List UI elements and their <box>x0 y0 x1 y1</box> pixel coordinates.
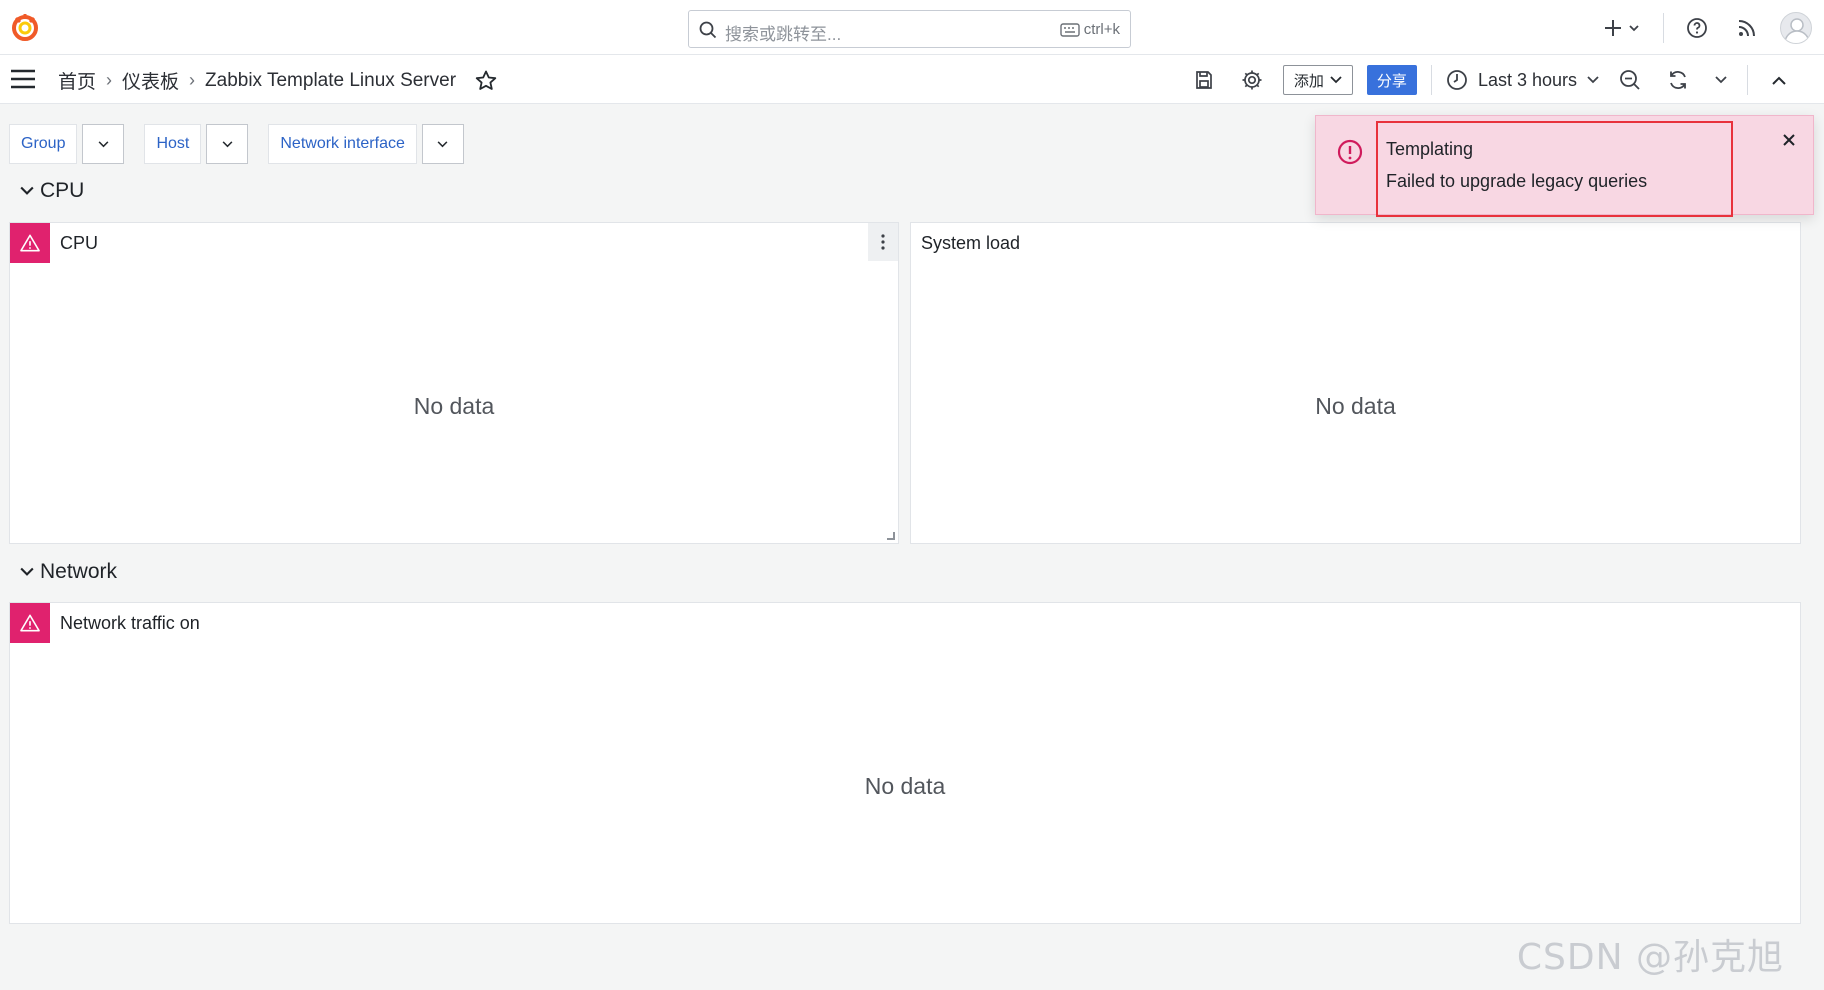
divider <box>1663 13 1664 43</box>
share-button[interactable]: 分享 <box>1366 65 1417 95</box>
save-icon <box>1196 71 1212 89</box>
row-header-network[interactable]: Network <box>20 560 117 584</box>
rss-icon <box>1738 20 1755 37</box>
zoom-out-button[interactable] <box>1613 63 1647 97</box>
divider <box>1747 65 1748 95</box>
panel-network-traffic[interactable]: Network traffic on No data <box>9 602 1801 924</box>
toast-title: Templating <box>1386 139 1474 159</box>
chevron-down-icon <box>20 567 34 576</box>
chevron-down-icon <box>98 140 109 147</box>
menu-toggle-button[interactable] <box>10 68 36 90</box>
save-dashboard-button[interactable] <box>1187 63 1221 97</box>
keyboard-icon <box>1060 22 1080 37</box>
chevron-down-icon <box>1715 76 1727 84</box>
variable-label-group: Group <box>9 124 78 164</box>
breadcrumb-separator-icon: › <box>189 70 196 90</box>
news-button[interactable] <box>1730 11 1764 45</box>
user-icon <box>1784 18 1810 43</box>
clock-icon <box>1447 70 1467 90</box>
panel-title: Network traffic on <box>60 613 200 633</box>
row-title: CPU <box>40 179 85 202</box>
refresh-button[interactable] <box>1661 63 1695 97</box>
breadcrumb-home[interactable]: 首页 <box>58 67 96 94</box>
plus-icon <box>1605 20 1639 36</box>
grafana-logo-icon[interactable] <box>10 12 40 42</box>
breadcrumb-separator-icon: › <box>106 70 113 90</box>
gear-icon <box>1242 70 1262 90</box>
panel-title: CPU <box>60 233 99 253</box>
panel-system-load[interactable]: System load No data <box>910 222 1801 544</box>
error-toast: Templating Failed to upgrade legacy quer… <box>1315 115 1814 217</box>
breadcrumb-current: Zabbix Template Linux Server <box>205 69 457 91</box>
row-title: Network <box>40 560 118 583</box>
no-data-message: No data <box>864 773 946 799</box>
no-data-message: No data <box>1315 393 1396 419</box>
chevron-down-icon <box>437 140 448 147</box>
star-icon[interactable] <box>474 69 498 93</box>
variable-label-host: Host <box>144 124 202 164</box>
chevron-down-icon <box>1330 76 1342 84</box>
dashboard-actions: 添加 分享 Last 3 hours <box>1187 62 1796 98</box>
toast-message: Failed to upgrade legacy queries <box>1386 171 1648 191</box>
time-range-picker[interactable]: Last 3 hours <box>1446 69 1599 91</box>
chevron-down-icon <box>222 140 233 147</box>
resize-handle-icon[interactable] <box>887 532 895 540</box>
error-icon <box>1336 138 1364 166</box>
variable-select-network-interface[interactable] <box>421 124 464 164</box>
hamburger-icon <box>11 69 35 89</box>
panel-menu-button[interactable] <box>868 223 898 261</box>
chevron-down-icon <box>20 186 34 195</box>
top-bar: 搜索或跳转至... ctrl+k <box>0 0 1824 55</box>
panel-cpu[interactable]: CPU No data <box>9 222 899 544</box>
grafana-app: 搜索或跳转至... ctrl+k 首页 › 仪表板 › Zabbix Templ… <box>0 0 1824 990</box>
chevron-down-icon <box>1587 76 1599 84</box>
add-button-label: 添加 <box>1293 72 1324 90</box>
variable-label-network-interface: Network interface <box>268 124 417 164</box>
close-icon <box>1783 134 1795 146</box>
dashboard-canvas: Group Host Network interface CPU CPU No … <box>0 104 1824 990</box>
chevron-up-icon <box>1772 76 1786 85</box>
time-range-label: Last 3 hours <box>1477 69 1577 90</box>
keyboard-shortcut: ctrl+k <box>1060 21 1120 38</box>
add-button[interactable]: 添加 <box>1282 65 1353 95</box>
variable-select-host[interactable] <box>206 124 249 164</box>
dashboard-settings-button[interactable] <box>1235 63 1269 97</box>
breadcrumb: 首页 › 仪表板 › Zabbix Template Linux Server <box>58 67 498 94</box>
new-menu-button[interactable] <box>1601 11 1647 45</box>
search-icon <box>699 21 717 39</box>
toast-highlight-box: Templating Failed to upgrade legacy quer… <box>1376 121 1733 217</box>
help-button[interactable] <box>1680 11 1714 45</box>
search-placeholder: 搜索或跳转至... <box>725 25 842 44</box>
panel-title: System load <box>921 233 1021 253</box>
shortcut-label: ctrl+k <box>1083 21 1120 38</box>
warning-icon <box>20 234 40 252</box>
user-avatar[interactable] <box>1780 12 1812 44</box>
panel-error-indicator[interactable] <box>10 603 50 643</box>
collapse-toolbar-button[interactable] <box>1762 63 1796 97</box>
watermark: CSDN @孙克旭 <box>1516 937 1784 978</box>
more-vertical-icon <box>881 234 885 250</box>
variable-select-group[interactable] <box>82 124 125 164</box>
breadcrumb-dashboards[interactable]: 仪表板 <box>122 67 179 94</box>
divider <box>1430 65 1432 95</box>
panel-error-indicator[interactable] <box>10 223 50 263</box>
zoom-out-icon <box>1620 70 1640 90</box>
row-header-cpu[interactable]: CPU <box>20 179 84 203</box>
top-right-actions <box>1601 10 1812 46</box>
search-input[interactable]: 搜索或跳转至... ctrl+k <box>688 10 1131 48</box>
refresh-icon <box>1670 71 1686 89</box>
no-data-message: No data <box>413 393 495 419</box>
warning-icon <box>20 614 40 632</box>
refresh-interval-button[interactable] <box>1709 63 1733 97</box>
dashboard-nav-bar: 首页 › 仪表板 › Zabbix Template Linux Server … <box>0 55 1824 104</box>
template-variables: Group Host Network interface <box>9 124 464 164</box>
help-icon <box>1687 18 1707 38</box>
close-toast-button[interactable] <box>1779 130 1799 150</box>
